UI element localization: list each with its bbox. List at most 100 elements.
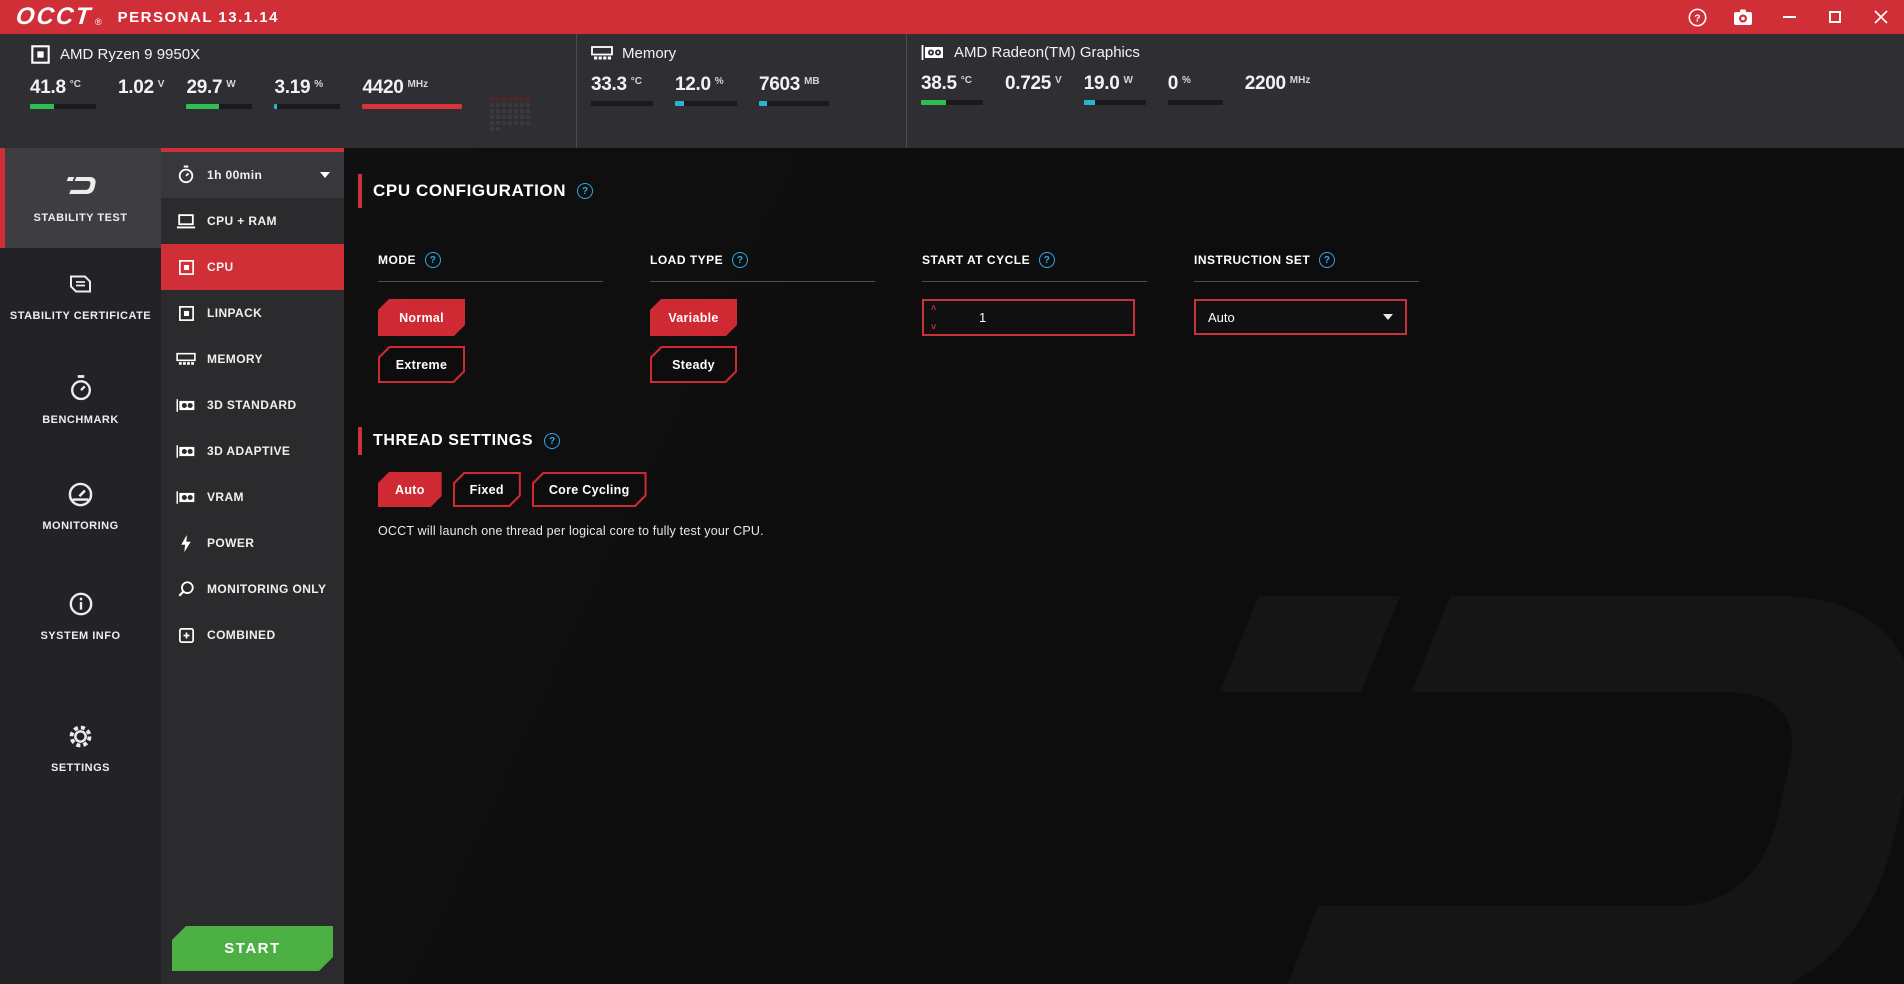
- nav-item-stability-certificate[interactable]: STABILITY CERTIFICATE: [0, 256, 161, 338]
- laptop-icon: [176, 213, 196, 230]
- memory-icon: [591, 46, 613, 60]
- test-item-cpu-ram[interactable]: CPU + RAM: [161, 198, 344, 244]
- nav-item-system-info[interactable]: SYSTEM INFO: [0, 576, 161, 658]
- help-icon[interactable]: ?: [732, 252, 749, 268]
- instruction-set-field: INSTRUCTION SET ? Auto: [1194, 252, 1419, 383]
- nav-item-benchmark[interactable]: BENCHMARK: [0, 360, 161, 442]
- test-item-label: 3D STANDARD: [207, 398, 297, 412]
- cpu-icon: [31, 45, 50, 64]
- help-icon[interactable]: ?: [425, 252, 441, 268]
- test-item-label: CPU + RAM: [207, 214, 277, 228]
- memory-temp-metric: 33.3 °C: [591, 74, 653, 106]
- nav-label: STABILITY TEST: [33, 212, 128, 224]
- lightning-icon: [176, 534, 196, 553]
- cpu-temp-metric: 41.8 °C: [30, 77, 96, 109]
- section-accent-bar: [358, 427, 362, 455]
- nav-item-settings[interactable]: SETTINGS: [0, 708, 161, 790]
- test-item-power[interactable]: POWER: [161, 520, 344, 566]
- thread-option-fixed[interactable]: Fixed: [453, 472, 521, 507]
- test-item-3d-adaptive[interactable]: 3D ADAPTIVE: [161, 428, 344, 474]
- test-item-label: MONITORING ONLY: [207, 582, 327, 596]
- occt-watermark: [1220, 596, 1904, 984]
- gpu-voltage-metric: 0.725 V: [1005, 73, 1062, 94]
- question-circle-icon: ?: [1688, 8, 1706, 26]
- nav-item-stability-test[interactable]: STABILITY TEST: [0, 148, 161, 248]
- test-item-label: 3D ADAPTIVE: [207, 444, 291, 458]
- start-at-cycle-stepper: ˄ ˅: [922, 299, 1135, 336]
- help-icon[interactable]: ?: [544, 433, 561, 449]
- gpu-usage-metric: 0%: [1167, 73, 1223, 105]
- gpu-icon: [176, 490, 196, 505]
- gpu-power-metric: 19.0 W: [1083, 73, 1146, 105]
- thread-option-core-cycling[interactable]: Core Cycling: [532, 472, 647, 507]
- screenshot-button[interactable]: [1720, 0, 1766, 34]
- chevron-down-icon: [1383, 314, 1393, 320]
- help-icon[interactable]: ?: [1319, 252, 1336, 268]
- test-item-cpu[interactable]: CPU: [161, 244, 344, 290]
- memory-name: Memory: [622, 44, 677, 62]
- mode-option-normal[interactable]: Normal: [378, 299, 465, 336]
- load-type-label: LOAD TYPE: [650, 253, 724, 267]
- test-item-label: VRAM: [207, 490, 244, 504]
- memory-icon: [176, 351, 196, 367]
- test-item-monitoring-only[interactable]: MONITORING ONLY: [161, 566, 344, 612]
- start-at-cycle-field: START AT CYCLE ? ˄ ˅: [922, 252, 1147, 383]
- maximize-button[interactable]: [1812, 0, 1858, 34]
- mode-option-extreme[interactable]: Extreme: [378, 346, 465, 383]
- gauge-icon: [67, 480, 94, 508]
- maximize-icon: [1829, 11, 1841, 23]
- info-icon: [68, 590, 94, 618]
- mode-label: MODE: [378, 253, 416, 267]
- stopwatch-icon: [68, 374, 94, 402]
- section-accent-bar: [358, 174, 362, 208]
- gpu-icon: [921, 45, 943, 60]
- close-icon: [1874, 10, 1888, 24]
- gpu-name: AMD Radeon(TM) Graphics: [954, 44, 1140, 61]
- main-navigation: STABILITY TEST STABILITY CERTIFICATE BEN…: [0, 148, 161, 984]
- start-at-cycle-input[interactable]: [924, 310, 1133, 325]
- load-type-option-steady[interactable]: Steady: [650, 346, 737, 383]
- instruction-set-label: INSTRUCTION SET: [1194, 253, 1311, 267]
- test-item-label: COMBINED: [207, 628, 276, 642]
- thread-option-auto[interactable]: Auto: [378, 472, 442, 507]
- timer-icon: [176, 165, 196, 185]
- title-bar: OCCT ® PERSONAL 13.1.14 ?: [0, 0, 1904, 34]
- test-item-combined[interactable]: COMBINED: [161, 612, 344, 658]
- mode-field: MODE ? Normal Extreme: [378, 252, 603, 383]
- cpu-voltage-metric: 1.02 V: [118, 77, 165, 98]
- start-at-cycle-label: START AT CYCLE: [922, 253, 1031, 267]
- cpu-stats-section: AMD Ryzen 9 9950X 41.8 °C 1.02 V 29.7 W 3.1…: [0, 34, 576, 148]
- page-title: CPU CONFIGURATION: [373, 181, 567, 200]
- help-button[interactable]: ?: [1674, 0, 1720, 34]
- test-item-memory[interactable]: MEMORY: [161, 336, 344, 382]
- memory-usage-metric: 12.0%: [675, 74, 737, 106]
- close-button[interactable]: [1858, 0, 1904, 34]
- cpu-name: AMD Ryzen 9 9950X: [60, 46, 201, 63]
- test-item-label: LINPACK: [207, 306, 263, 320]
- minimize-button[interactable]: [1766, 0, 1812, 34]
- camera-icon: [1734, 9, 1752, 25]
- thread-settings-description: OCCT will launch one thread per logical …: [378, 524, 764, 538]
- test-item-3d-standard[interactable]: 3D STANDARD: [161, 382, 344, 428]
- gpu-temp-metric: 38.5 °C: [921, 73, 983, 105]
- nav-label: BENCHMARK: [42, 414, 119, 426]
- test-item-label: POWER: [207, 536, 255, 550]
- nav-label: STABILITY CERTIFICATE: [9, 310, 152, 322]
- window-controls: ?: [1674, 0, 1904, 34]
- svg-text:?: ?: [1694, 13, 1700, 24]
- gpu-frequency-metric: 2200 MHz: [1244, 73, 1311, 94]
- spinner-up-icon[interactable]: ˄: [931, 304, 936, 313]
- chip-icon: [176, 259, 196, 276]
- instruction-set-select[interactable]: Auto: [1194, 299, 1407, 335]
- chevron-down-icon: [320, 172, 330, 178]
- help-icon[interactable]: ?: [577, 183, 594, 199]
- test-item-linpack[interactable]: LINPACK: [161, 290, 344, 336]
- duration-dropdown[interactable]: 1h 00min: [161, 152, 344, 198]
- load-type-field: LOAD TYPE ? Variable Steady: [650, 252, 875, 383]
- load-type-option-variable[interactable]: Variable: [650, 299, 737, 336]
- spinner-down-icon[interactable]: ˅: [931, 323, 936, 332]
- nav-item-monitoring[interactable]: MONITORING: [0, 466, 161, 548]
- start-button[interactable]: START: [172, 926, 333, 971]
- test-item-vram[interactable]: VRAM: [161, 474, 344, 520]
- help-icon[interactable]: ?: [1039, 252, 1056, 268]
